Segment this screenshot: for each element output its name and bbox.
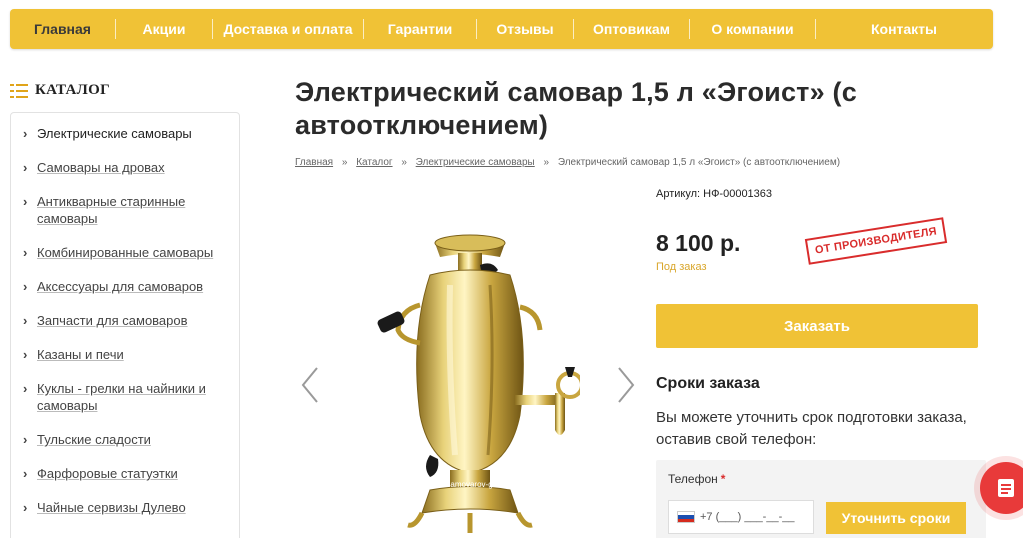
catalog-list: › Электрические самовары › Самовары на дро…	[11, 113, 239, 516]
chevron-right-icon: ›	[23, 432, 28, 447]
phone-placeholder: +7 (___) ___-__-__	[700, 511, 795, 523]
catalog-item[interactable]: › Комбинированные самовары	[23, 244, 229, 261]
order-button[interactable]: Заказать	[656, 304, 978, 348]
chevron-right-icon: ›	[23, 347, 28, 362]
breadcrumb-link-home[interactable]: Главная	[295, 157, 333, 168]
chevron-left-icon[interactable]	[300, 365, 320, 405]
nav-item-guarantees[interactable]: Гарантии	[364, 9, 476, 49]
product-image[interactable]: samovarov-grad.ru	[360, 215, 580, 538]
catalog-item-label: Самовары на дровах	[37, 160, 165, 175]
catalog-item[interactable]: › Куклы - грелки на чайники и самовары	[23, 380, 229, 414]
catalog-item-label: Фарфоровые статуэтки	[37, 466, 178, 481]
chevron-right-icon: ›	[23, 245, 28, 260]
catalog-item[interactable]: › Электрические самовары	[23, 125, 229, 142]
catalog-item-label: Комбинированные самовары	[37, 245, 214, 260]
chevron-right-icon: ›	[23, 313, 28, 328]
clarify-terms-button[interactable]: Уточнить сроки	[826, 502, 966, 534]
catalog-item-label: Электрические самовары	[37, 126, 192, 141]
terms-text: Вы можете уточнить срок подготовки заказ…	[656, 409, 967, 448]
breadcrumb-link-catalog[interactable]: Каталог	[356, 157, 392, 168]
top-navigation: Главная Акции Доставка и оплата Гарантии…	[10, 9, 993, 49]
phone-form: Телефон * +7 (___) ___-__-__ Уточнить сро…	[656, 460, 986, 538]
nav-item-promotions[interactable]: Акции	[116, 9, 212, 49]
nav-item-contacts[interactable]: Контакты	[816, 9, 992, 49]
product-title: Электрический самовар 1,5 л «Эгоист» (с …	[295, 77, 857, 140]
catalog-item[interactable]: › Антикварные старинные самовары	[23, 193, 229, 227]
nav-item-reviews[interactable]: Отзывы	[477, 9, 573, 49]
breadcrumb-separator: »	[543, 157, 550, 168]
breadcrumb: Главная » Каталог » Электрические самова…	[295, 157, 840, 168]
product-gallery: samovarov-grad.ru	[300, 215, 640, 538]
nav-item-about[interactable]: О компании	[690, 9, 815, 49]
phone-field[interactable]: +7 (___) ___-__-__	[668, 500, 814, 534]
catalog-item[interactable]: › Аксессуары для самоваров	[23, 278, 229, 295]
chevron-right-icon: ›	[23, 500, 28, 515]
chevron-right-icon: ›	[23, 194, 28, 209]
nav-item-wholesale[interactable]: Оптовикам	[574, 9, 689, 49]
required-mark: *	[720, 472, 726, 486]
chevron-right-icon: ›	[23, 466, 28, 481]
catalog-title: КАТАЛОГ	[35, 82, 110, 98]
russia-flag-icon[interactable]	[677, 511, 695, 523]
availability-note: Под заказ	[656, 261, 707, 273]
catalog-panel: › Электрические самовары › Самовары на дро…	[10, 112, 240, 538]
phone-label: Телефон *	[668, 472, 725, 486]
catalog-item-label: Тульские сладости	[37, 432, 151, 447]
catalog-item-label: Куклы - грелки на чайники и самовары	[37, 381, 206, 413]
catalog-heading: КАТАЛОГ	[10, 82, 110, 99]
menu-icon	[10, 83, 28, 98]
nav-item-home[interactable]: Главная	[10, 9, 115, 49]
document-icon[interactable]	[980, 462, 1023, 514]
catalog-item[interactable]: › Чайные сервизы Дулево	[23, 499, 229, 516]
product-article: Артикул: НФ-00001363	[656, 188, 773, 200]
catalog-item-label: Аксессуары для самоваров	[37, 279, 204, 294]
product-price: 8 100 р.	[656, 230, 741, 256]
chevron-right-icon: ›	[23, 279, 28, 294]
terms-title: Сроки заказа	[656, 375, 760, 392]
breadcrumb-current: Электрический самовар 1,5 л «Эгоист» (с …	[557, 157, 841, 168]
breadcrumb-link-category[interactable]: Электрические самовары	[416, 157, 535, 168]
chevron-right-icon: ›	[23, 160, 28, 175]
breadcrumb-separator: »	[401, 157, 407, 168]
watermark: samovarov-grad.ru	[446, 480, 513, 489]
catalog-item[interactable]: › Запчасти для самоваров	[23, 312, 229, 329]
catalog-item[interactable]: › Фарфоровые статуэтки	[23, 465, 229, 482]
chevron-right-icon[interactable]	[616, 365, 636, 405]
catalog-item-label: Казаны и печи	[37, 347, 124, 362]
catalog-item-label: Запчасти для самоваров	[37, 313, 188, 328]
breadcrumb-separator: »	[341, 157, 348, 168]
catalog-item[interactable]: › Казаны и печи	[23, 346, 229, 363]
manufacturer-stamp: ОТ ПРОИЗВОДИТЕЛЯ	[804, 217, 948, 265]
chevron-right-icon: ›	[23, 381, 28, 396]
chevron-right-icon: ›	[23, 126, 28, 141]
nav-item-delivery[interactable]: Доставка и оплата	[213, 9, 363, 49]
catalog-item-label: Антикварные старинные самовары	[37, 194, 186, 226]
catalog-item[interactable]: › Тульские сладости	[23, 431, 229, 448]
phone-label-text: Телефон	[668, 472, 718, 486]
catalog-item-label: Чайные сервизы Дулево	[37, 500, 186, 515]
catalog-item[interactable]: › Самовары на дровах	[23, 159, 229, 176]
